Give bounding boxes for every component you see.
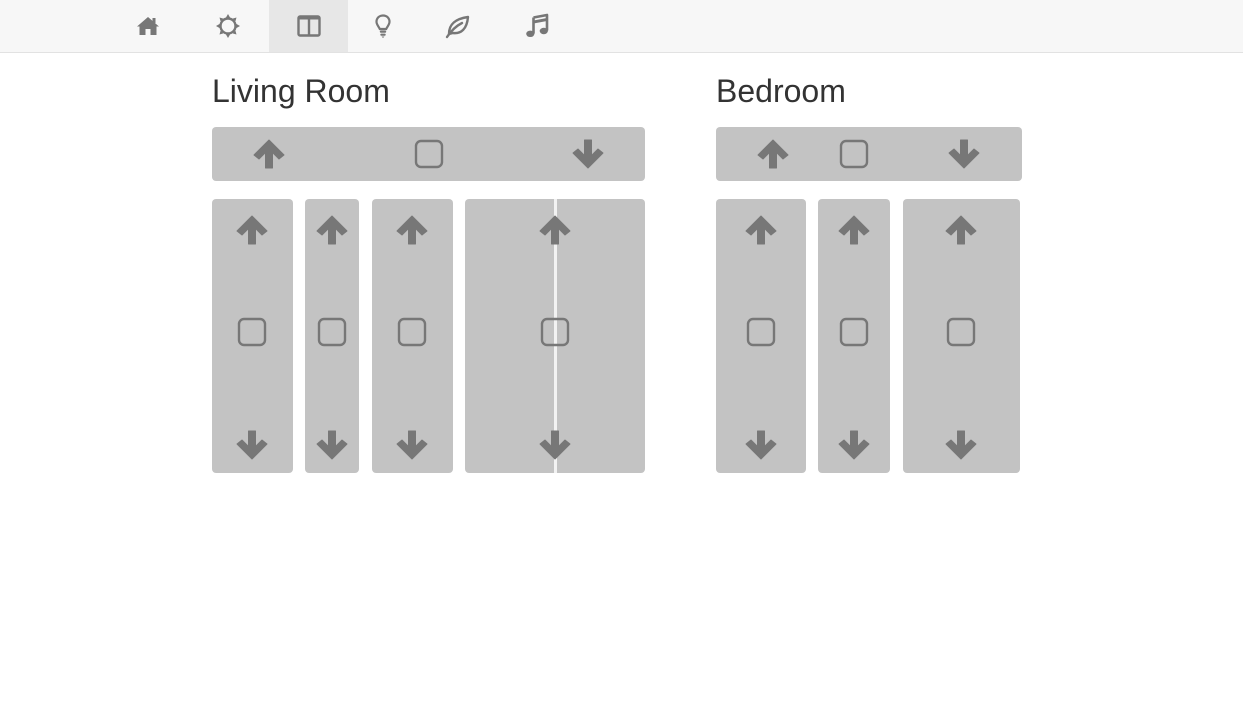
window-icon xyxy=(296,15,321,37)
cover-down-button[interactable] xyxy=(232,425,272,465)
living-room-cover-2-panel xyxy=(305,199,359,473)
bedroom-all-down-button[interactable] xyxy=(944,134,984,174)
cover-down-button[interactable] xyxy=(392,425,432,465)
arrow-down-icon xyxy=(396,429,428,461)
cover-down-button[interactable] xyxy=(741,425,781,465)
arrow-down-icon xyxy=(539,429,571,461)
room-title-living-room: Living Room xyxy=(212,73,390,109)
stop-icon xyxy=(839,317,869,347)
leaf-icon xyxy=(445,15,469,39)
stop-icon xyxy=(540,317,570,347)
arrow-up-icon xyxy=(396,214,428,246)
arrow-up-icon xyxy=(757,138,789,170)
cover-up-button[interactable] xyxy=(535,210,575,250)
living-room-all-down-button[interactable] xyxy=(568,134,608,174)
bedroom-cover-3-panel xyxy=(903,199,1020,473)
stop-icon xyxy=(397,317,427,347)
stop-icon xyxy=(414,139,444,169)
bedroom-all-covers-panel xyxy=(716,127,1022,181)
stop-icon xyxy=(746,317,776,347)
arrow-down-icon xyxy=(945,429,977,461)
cover-stop-button[interactable] xyxy=(232,312,272,352)
music-note-icon xyxy=(525,13,548,37)
cover-up-button[interactable] xyxy=(834,210,874,250)
arrow-up-icon xyxy=(945,214,977,246)
cover-up-button[interactable] xyxy=(232,210,272,250)
lightbulb-icon xyxy=(374,14,391,38)
bedroom-all-up-button[interactable] xyxy=(753,134,793,174)
cover-stop-button[interactable] xyxy=(941,312,981,352)
nav-covers[interactable] xyxy=(269,0,348,52)
nav-brightness[interactable] xyxy=(188,0,267,52)
cover-up-button[interactable] xyxy=(741,210,781,250)
nav-lights[interactable] xyxy=(343,0,422,52)
arrow-down-icon xyxy=(316,429,348,461)
top-nav-bar xyxy=(0,0,1243,53)
bedroom-all-stop-button[interactable] xyxy=(834,134,874,174)
bedroom-cover-2-panel xyxy=(818,199,890,473)
stop-icon xyxy=(946,317,976,347)
bedroom-cover-1-panel xyxy=(716,199,806,473)
cover-stop-button[interactable] xyxy=(392,312,432,352)
cover-stop-button[interactable] xyxy=(312,312,352,352)
home-icon xyxy=(136,17,159,35)
room-title-bedroom: Bedroom xyxy=(716,73,846,109)
cover-up-button[interactable] xyxy=(312,210,352,250)
cover-down-button[interactable] xyxy=(941,425,981,465)
living-room-cover-1-panel xyxy=(212,199,293,473)
nav-eco[interactable] xyxy=(418,0,497,52)
cover-stop-button[interactable] xyxy=(741,312,781,352)
living-room-cover-4-panel xyxy=(465,199,645,473)
arrow-up-icon xyxy=(539,214,571,246)
stop-icon xyxy=(237,317,267,347)
living-room-cover-3-panel xyxy=(372,199,453,473)
cover-stop-button[interactable] xyxy=(535,312,575,352)
cover-up-button[interactable] xyxy=(941,210,981,250)
cover-up-button[interactable] xyxy=(392,210,432,250)
nav-home[interactable] xyxy=(108,0,187,52)
living-room-all-up-button[interactable] xyxy=(249,134,289,174)
stop-icon xyxy=(839,139,869,169)
stop-icon xyxy=(317,317,347,347)
arrow-up-icon xyxy=(253,138,285,170)
arrow-up-icon xyxy=(745,214,777,246)
nav-music[interactable] xyxy=(497,0,576,52)
arrow-down-icon xyxy=(236,429,268,461)
living-room-all-stop-button[interactable] xyxy=(409,134,449,174)
arrow-up-icon xyxy=(316,214,348,246)
arrow-up-icon xyxy=(838,214,870,246)
living-room-all-covers-panel xyxy=(212,127,645,181)
arrow-down-icon xyxy=(948,138,980,170)
arrow-down-icon xyxy=(572,138,604,170)
arrow-up-icon xyxy=(236,214,268,246)
cover-down-button[interactable] xyxy=(312,425,352,465)
cover-down-button[interactable] xyxy=(834,425,874,465)
cover-stop-button[interactable] xyxy=(834,312,874,352)
sun-icon xyxy=(215,14,240,38)
arrow-down-icon xyxy=(745,429,777,461)
arrow-down-icon xyxy=(838,429,870,461)
cover-down-button[interactable] xyxy=(535,425,575,465)
